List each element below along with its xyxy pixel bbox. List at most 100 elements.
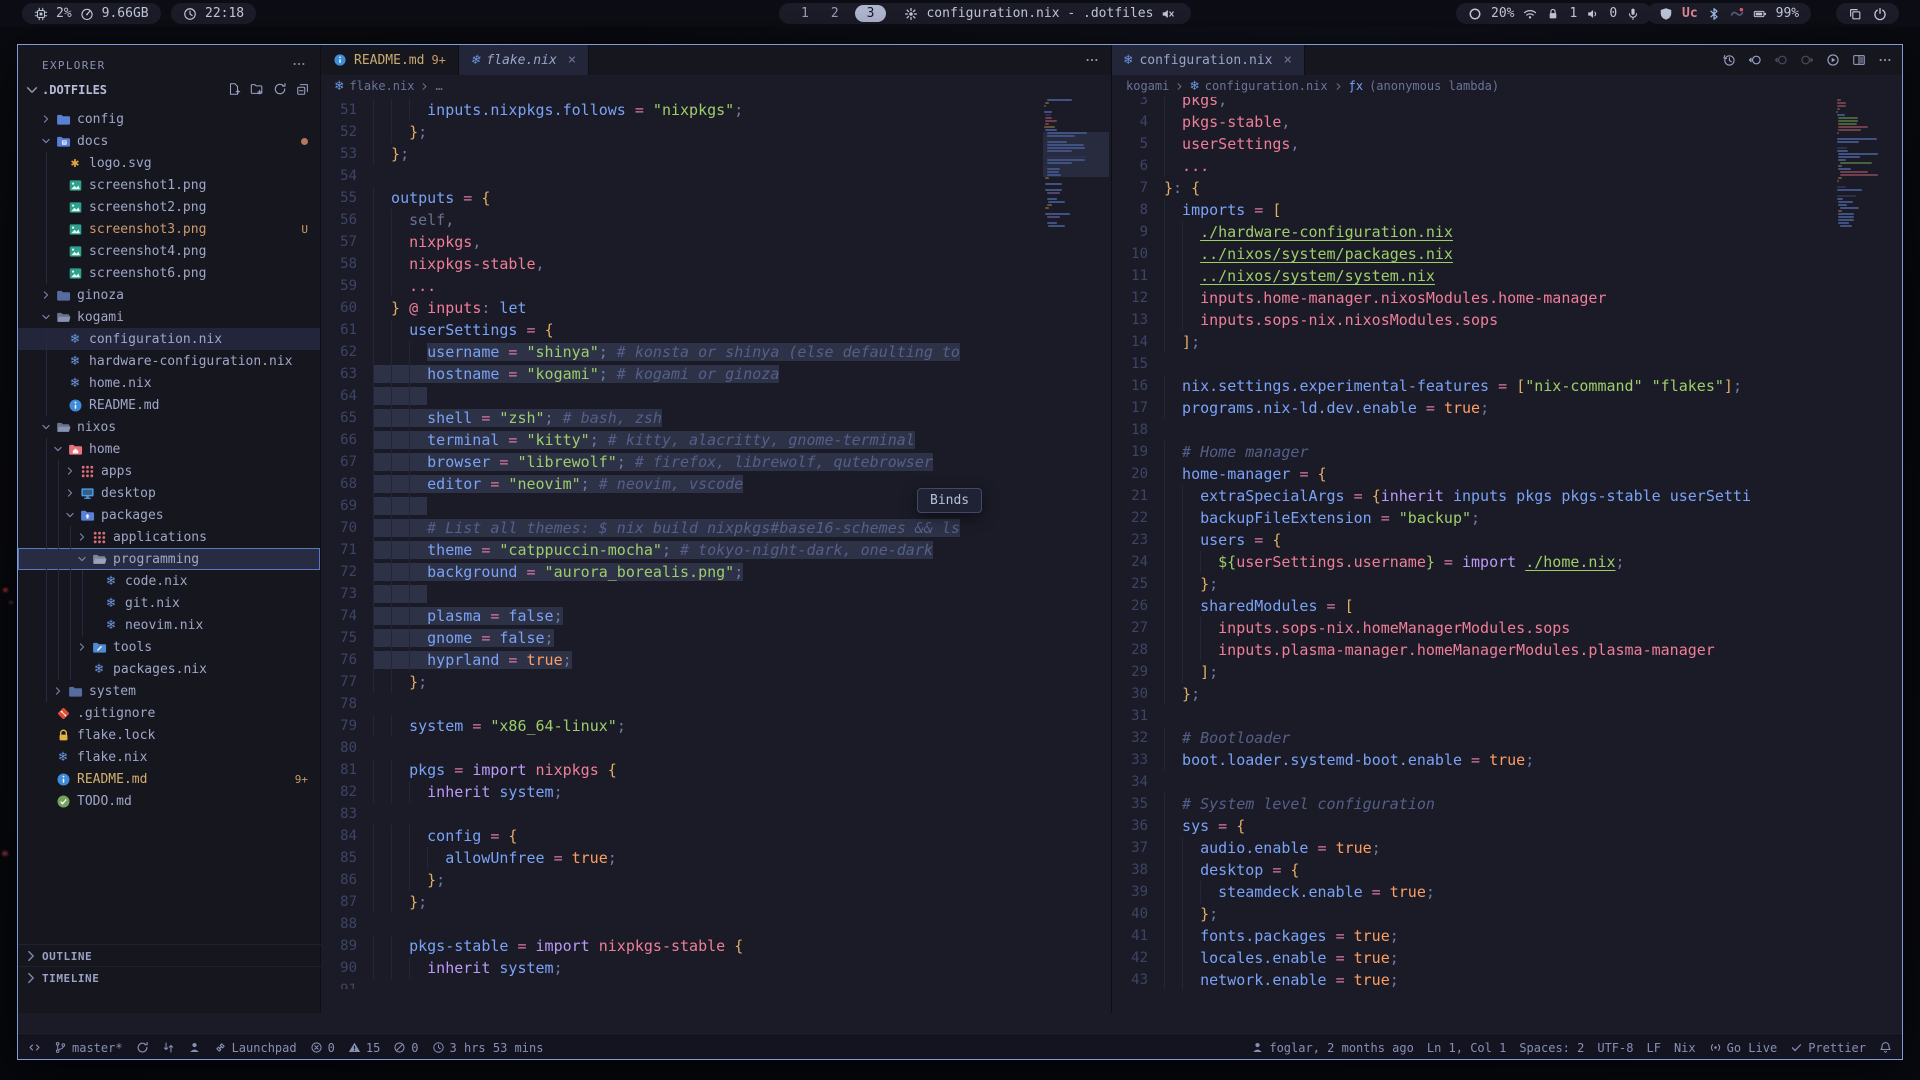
sidebar-section-outline[interactable]: OUTLINE xyxy=(18,944,321,967)
sidebar-item-applications[interactable]: applications xyxy=(18,526,320,548)
sidebar-item-screenshot3.png[interactable]: screenshot3.png U xyxy=(18,218,320,240)
sidebar-item-code.nix[interactable]: ❄ code.nix xyxy=(18,570,320,592)
sidebar-item-hardware-configuration.nix[interactable]: ❄ hardware-configuration.nix xyxy=(18,350,320,372)
tree-item-label: programming xyxy=(113,552,199,567)
power-pill[interactable] xyxy=(1836,3,1899,24)
status-error-item[interactable]: 0 xyxy=(310,1041,335,1055)
keyboard-layout[interactable]: Uc xyxy=(1682,6,1698,21)
workspace-1[interactable]: 1 xyxy=(795,6,815,21)
new-file-icon[interactable] xyxy=(227,82,241,96)
status-clock2-item[interactable]: 3 hrs 53 mins xyxy=(432,1041,544,1055)
sidebar-item-screenshot2.png[interactable]: screenshot2.png xyxy=(18,196,320,218)
window-title-pill[interactable]: 123configuration.nix - .dotfiles xyxy=(779,3,1191,24)
sidebar-item-readme.md[interactable]: README.md 9+ xyxy=(18,768,320,790)
status-layers-item[interactable] xyxy=(162,1041,175,1054)
status-text-item-r5[interactable]: Nix xyxy=(1674,1041,1696,1055)
sidebar-item-screenshot4.png[interactable]: screenshot4.png xyxy=(18,240,320,262)
nix-icon: ❄ xyxy=(66,332,84,346)
explorer-more-icon[interactable] xyxy=(292,57,306,71)
code-editor[interactable]: 51 inputs.nixpkgs.follows = "nixpkgs";52… xyxy=(321,97,1111,989)
sidebar-item-git.nix[interactable]: ❄ git.nix xyxy=(18,592,320,614)
sidebar-item-logo.svg[interactable]: ✱ logo.svg xyxy=(18,152,320,174)
sidebar-item-home.nix[interactable]: ❄ home.nix xyxy=(18,372,320,394)
sidebar-section-timeline[interactable]: TIMELINE xyxy=(18,966,321,989)
sidebar-item-flake.lock[interactable]: flake.lock xyxy=(18,724,320,746)
status-text-item-r4[interactable]: LF xyxy=(1646,1041,1660,1055)
code-editor[interactable]: 3 pkgs,4 pkgs-stable,5 userSettings,6 ..… xyxy=(1112,97,1903,989)
minimap[interactable] xyxy=(1836,99,1902,989)
sidebar-item-desktop[interactable]: desktop xyxy=(18,482,320,504)
status-text-item-r2[interactable]: Spaces: 2 xyxy=(1519,1041,1584,1055)
sidebar-item-screenshot1.png[interactable]: screenshot1.png xyxy=(18,174,320,196)
workspace-2[interactable]: 2 xyxy=(825,6,845,21)
breadcrumb-item[interactable]: kogami xyxy=(1126,79,1169,93)
tab-configuration.nix[interactable]: ❄ configuration.nix × xyxy=(1112,45,1305,75)
explorer-sidebar: EXPLORER .DOTFILES config docs ✱ logo.sv… xyxy=(18,45,321,1013)
sidebar-item-system[interactable]: system xyxy=(18,680,320,702)
breadcrumb-item[interactable]: (anonymous lambda) xyxy=(1369,79,1499,93)
copy-icon[interactable] xyxy=(1848,7,1862,21)
status-broadcast-item-r6[interactable]: Go Live xyxy=(1709,1041,1778,1055)
status-text-item-r3[interactable]: UTF-8 xyxy=(1597,1041,1633,1055)
system-monitor-pill[interactable]: 2% 9.66GB xyxy=(22,3,161,24)
sidebar-item-programming[interactable]: programming xyxy=(18,548,320,570)
sidebar-item-nixos[interactable]: nixos xyxy=(18,416,320,438)
tree-item-label: TODO.md xyxy=(77,794,132,809)
clock-pill[interactable]: 22:18 xyxy=(171,3,256,24)
split-icon[interactable] xyxy=(1852,53,1866,67)
sidebar-item-flake.nix[interactable]: ❄ flake.nix xyxy=(18,746,320,768)
quick-stats-pill[interactable]: 20% 1 0 xyxy=(1456,3,1652,24)
breadcrumb-item[interactable]: … xyxy=(435,79,442,93)
editor-group-right: ❄ configuration.nix × kogami ❄ configurati… xyxy=(1112,45,1903,1013)
minimap[interactable] xyxy=(1043,99,1109,989)
tray-pill[interactable]: Uc 99% xyxy=(1647,3,1811,24)
sidebar-item-.gitignore[interactable]: .gitignore xyxy=(18,702,320,724)
check-icon xyxy=(54,794,72,809)
status-person-item[interactable] xyxy=(188,1041,201,1054)
status-sync-item[interactable] xyxy=(136,1041,149,1054)
tab-readme.md[interactable]: README.md 9+ xyxy=(321,45,459,75)
status-warning-item[interactable]: 15 xyxy=(348,1041,380,1055)
close-tab-icon[interactable]: × xyxy=(568,52,576,68)
collapse-all-icon[interactable] xyxy=(296,82,310,96)
sidebar-item-todo.md[interactable]: TODO.md xyxy=(18,790,320,812)
sidebar-item-tools[interactable]: tools xyxy=(18,636,320,658)
close-tab-icon[interactable]: × xyxy=(1284,52,1292,68)
sidebar-item-configuration.nix[interactable]: ❄ configuration.nix xyxy=(18,328,320,350)
status-branch-item[interactable]: master* xyxy=(54,1041,123,1055)
status-slash-item[interactable]: 0 xyxy=(393,1041,418,1055)
sidebar-item-home[interactable]: home xyxy=(18,438,320,460)
sidebar-item-screenshot6.png[interactable]: screenshot6.png xyxy=(18,262,320,284)
sidebar-item-apps[interactable]: apps xyxy=(18,460,320,482)
sidebar-item-readme.md[interactable]: README.md xyxy=(18,394,320,416)
tree-indent-guide xyxy=(70,526,71,680)
mute-icon[interactable] xyxy=(1161,7,1175,21)
power-icon[interactable] xyxy=(1873,7,1887,21)
new-folder-icon[interactable] xyxy=(250,82,264,96)
sidebar-item-docs[interactable]: docs xyxy=(18,130,320,152)
nix-icon: ❄ xyxy=(1124,53,1132,68)
sidebar-item-kogami[interactable]: kogami xyxy=(18,306,320,328)
nav-back-icon[interactable] xyxy=(1748,53,1762,67)
status-remote-item[interactable] xyxy=(28,1041,41,1054)
sidebar-item-packages.nix[interactable]: ❄ packages.nix xyxy=(18,658,320,680)
dots-icon[interactable] xyxy=(1878,53,1892,67)
status-plug-item[interactable]: Launchpad xyxy=(214,1041,297,1055)
sidebar-item-neovim.nix[interactable]: ❄ neovim.nix xyxy=(18,614,320,636)
breadcrumb-item[interactable]: flake.nix xyxy=(349,79,414,93)
status-text-item-r1[interactable]: Ln 1, Col 1 xyxy=(1427,1041,1506,1055)
status-check-item-r7[interactable]: Prettier xyxy=(1790,1041,1866,1055)
workspace-3[interactable]: 3 xyxy=(855,5,887,22)
breadcrumb-item[interactable]: configuration.nix xyxy=(1205,79,1328,93)
sidebar-item-ginoza[interactable]: ginoza xyxy=(18,284,320,306)
run-icon[interactable] xyxy=(1826,53,1840,67)
apps-icon xyxy=(78,464,96,479)
history-icon[interactable] xyxy=(1722,53,1736,67)
sidebar-item-packages[interactable]: packages xyxy=(18,504,320,526)
status-bell-item-r8[interactable] xyxy=(1879,1041,1892,1054)
dots-icon[interactable] xyxy=(1085,53,1099,67)
tab-flake.nix[interactable]: ❄ flake.nix × xyxy=(459,45,589,75)
status-person-item-r0[interactable]: foglar, 2 months ago xyxy=(1251,1041,1414,1055)
sidebar-item-config[interactable]: config xyxy=(18,108,320,130)
refresh-icon[interactable] xyxy=(273,82,287,96)
